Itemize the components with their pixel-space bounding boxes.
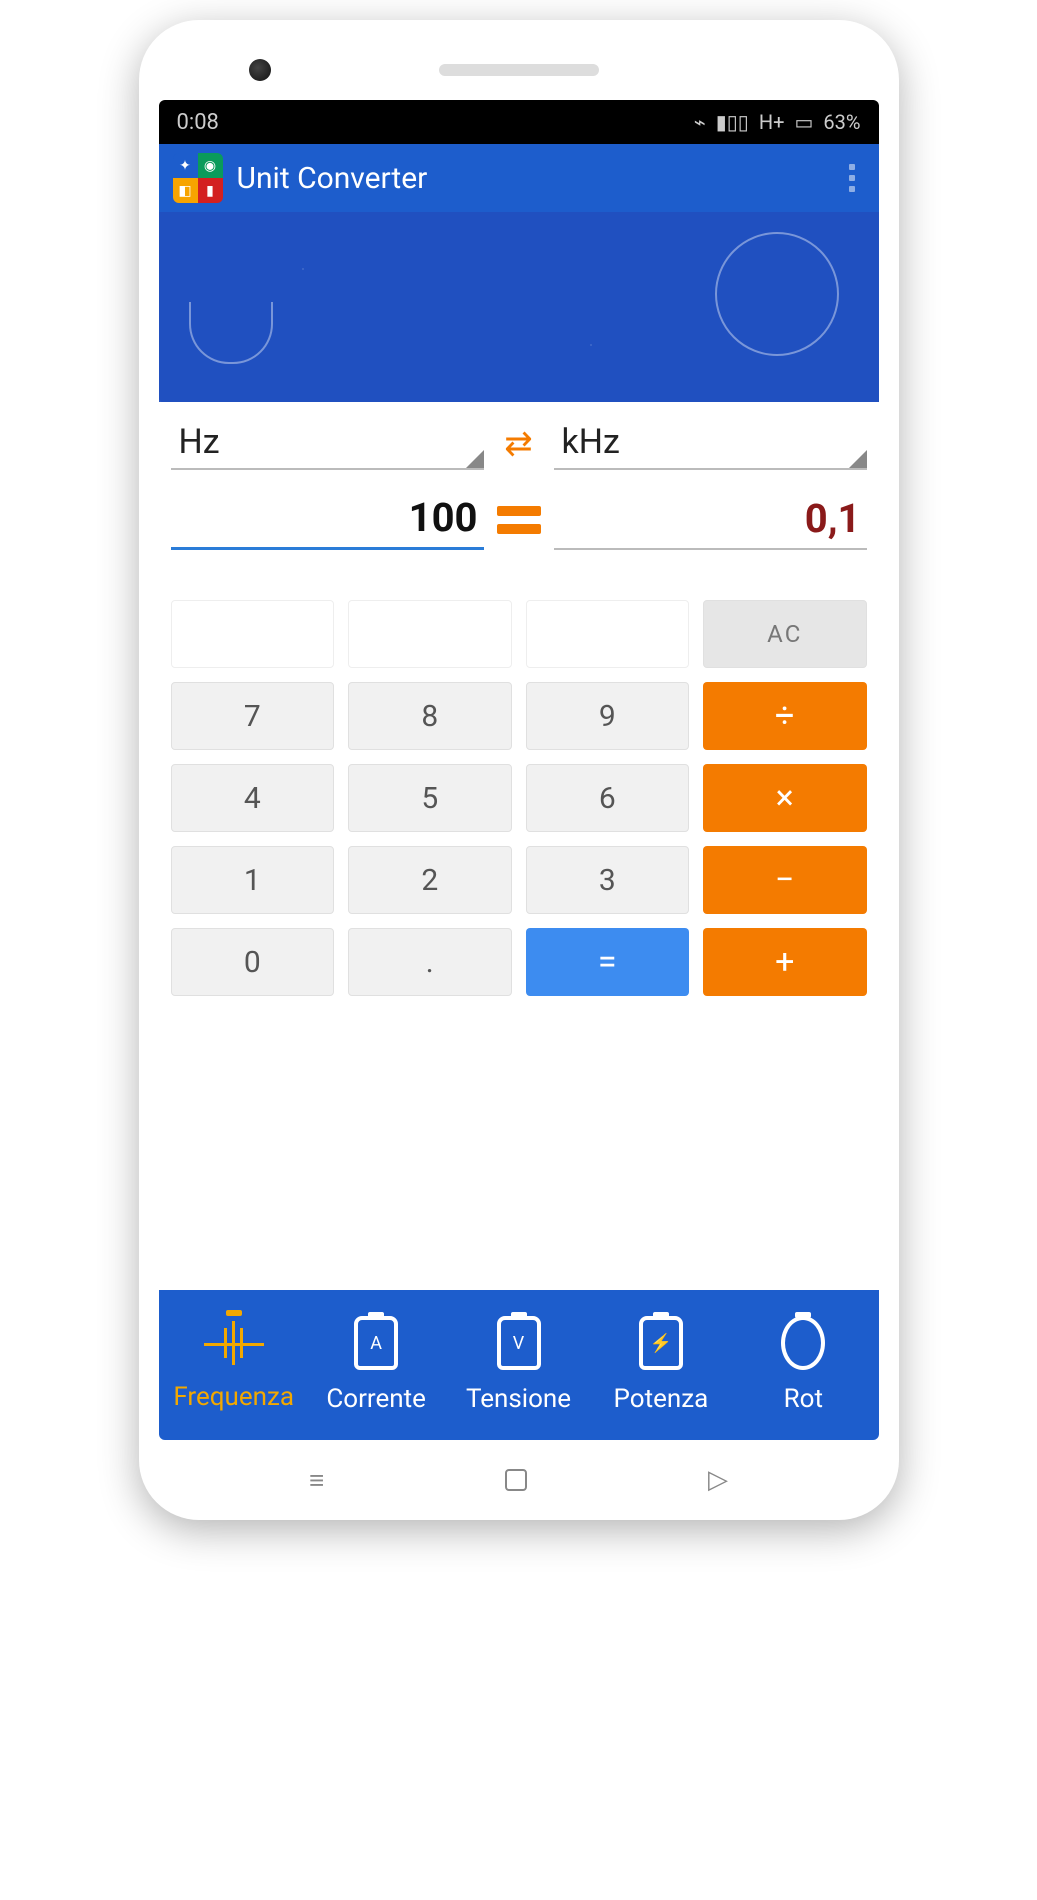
- home-button[interactable]: [505, 1469, 527, 1491]
- nav-potenza[interactable]: ⚡ Potenza: [590, 1316, 732, 1414]
- key-blank-1[interactable]: [171, 600, 335, 668]
- bluetooth-icon: ⌁: [694, 110, 706, 134]
- nav-label: Potenza: [614, 1384, 709, 1414]
- nav-label: Frequenza: [173, 1382, 294, 1412]
- unit-select-row: Hz ⇄ kHz: [159, 402, 879, 470]
- hero-image: [159, 212, 879, 402]
- android-soft-keys: ≡ ◁: [159, 1440, 879, 1500]
- key-multiply[interactable]: ×: [703, 764, 867, 832]
- nav-label: Rot: [784, 1384, 823, 1414]
- key-6[interactable]: 6: [526, 764, 690, 832]
- key-9[interactable]: 9: [526, 682, 690, 750]
- key-decimal[interactable]: .: [348, 928, 512, 996]
- key-2[interactable]: 2: [348, 846, 512, 914]
- key-divide[interactable]: ÷: [703, 682, 867, 750]
- swap-units-button[interactable]: ⇄: [494, 419, 544, 469]
- key-4[interactable]: 4: [171, 764, 335, 832]
- bottom-nav: Frequenza A Corrente V Tensione ⚡ Potenz…: [159, 1290, 879, 1440]
- back-button[interactable]: ◁: [708, 1465, 728, 1495]
- key-1[interactable]: 1: [171, 846, 335, 914]
- key-0[interactable]: 0: [171, 928, 335, 996]
- recent-apps-button[interactable]: ≡: [309, 1465, 324, 1496]
- battery-icon: ▭: [794, 110, 813, 134]
- key-ac[interactable]: AC: [703, 600, 867, 668]
- nav-label: Corrente: [326, 1384, 426, 1414]
- earpiece-speaker: [439, 64, 599, 76]
- battery-power-icon: ⚡: [639, 1316, 683, 1370]
- phone-frame: 0:08 ⌁ ▮▯▯ H+ ▭ 63% ✦ ◉ ◧ ▮ Unit Convert…: [139, 20, 899, 1520]
- key-3[interactable]: 3: [526, 846, 690, 914]
- status-bar: 0:08 ⌁ ▮▯▯ H+ ▭ 63%: [159, 100, 879, 144]
- frequency-wave-icon: [204, 1318, 264, 1368]
- battery-v-icon: V: [497, 1316, 541, 1370]
- key-8[interactable]: 8: [348, 682, 512, 750]
- signal-icon: ▮▯▯: [716, 110, 749, 134]
- nav-frequenza[interactable]: Frequenza: [163, 1318, 305, 1412]
- app-bar: ✦ ◉ ◧ ▮ Unit Converter: [159, 144, 879, 212]
- nav-rotazione[interactable]: Rot: [732, 1316, 874, 1414]
- screen: 0:08 ⌁ ▮▯▯ H+ ▭ 63% ✦ ◉ ◧ ▮ Unit Convert…: [159, 100, 879, 1440]
- nav-tensione[interactable]: V Tensione: [447, 1316, 589, 1414]
- nav-label: Tensione: [466, 1384, 571, 1414]
- app-title: Unit Converter: [237, 161, 839, 196]
- key-blank-3[interactable]: [526, 600, 690, 668]
- input-value-field[interactable]: 100: [171, 490, 484, 550]
- rotation-icon: [781, 1316, 825, 1370]
- phone-hardware-top: [159, 50, 879, 90]
- overflow-menu-button[interactable]: [839, 164, 865, 192]
- status-time: 0:08: [177, 110, 219, 135]
- front-camera: [249, 59, 271, 81]
- key-7[interactable]: 7: [171, 682, 335, 750]
- key-blank-2[interactable]: [348, 600, 512, 668]
- app-icon: ✦ ◉ ◧ ▮: [173, 153, 223, 203]
- output-value-field: 0,1: [554, 491, 867, 550]
- network-label: H+: [759, 110, 785, 134]
- swap-icon: ⇄: [504, 424, 533, 464]
- key-subtract[interactable]: −: [703, 846, 867, 914]
- to-unit-select[interactable]: kHz: [554, 418, 867, 470]
- key-add[interactable]: +: [703, 928, 867, 996]
- status-right: ⌁ ▮▯▯ H+ ▭ 63%: [694, 110, 861, 134]
- key-5[interactable]: 5: [348, 764, 512, 832]
- from-unit-label: Hz: [179, 422, 220, 462]
- value-row: 100 0,1: [159, 470, 879, 560]
- nav-corrente[interactable]: A Corrente: [305, 1316, 447, 1414]
- equals-icon: [494, 506, 544, 534]
- key-equals[interactable]: =: [526, 928, 690, 996]
- keypad: AC 7 8 9 ÷ 4 5 6 × 1 2 3 − 0 . = +: [159, 560, 879, 1006]
- battery-percent: 63%: [823, 110, 860, 134]
- from-unit-select[interactable]: Hz: [171, 418, 484, 470]
- battery-a-icon: A: [354, 1316, 398, 1370]
- to-unit-label: kHz: [562, 422, 620, 462]
- spacer: [159, 1006, 879, 1290]
